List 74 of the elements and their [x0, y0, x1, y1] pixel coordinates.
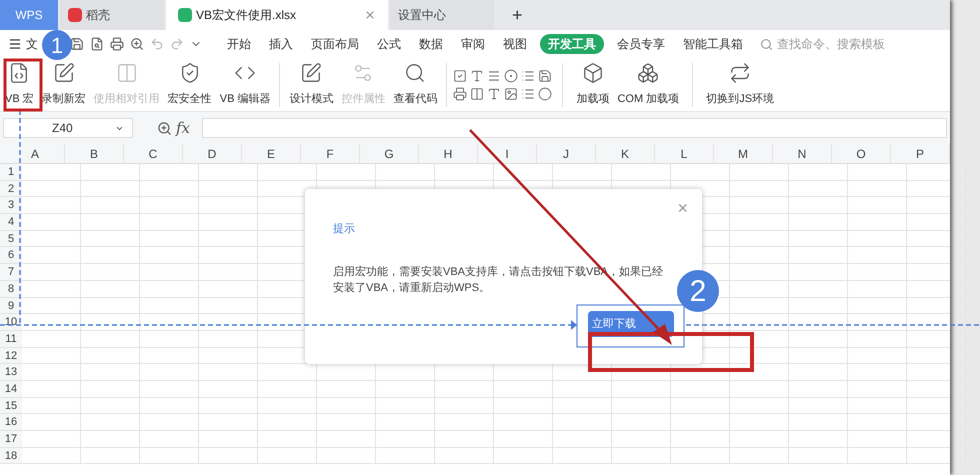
row-header[interactable]: 6	[0, 247, 22, 264]
print-icon[interactable]	[110, 37, 124, 51]
menu-tab[interactable]: 公式	[368, 35, 410, 53]
column-header[interactable]: I	[478, 144, 537, 163]
new-tab-button[interactable]: +	[496, 0, 539, 30]
sheet-logo-icon	[178, 8, 192, 22]
column-header[interactable]: H	[419, 144, 478, 163]
menu-tab[interactable]: 页面布局	[302, 35, 368, 53]
ribbon-button[interactable]: 录制新宏	[38, 62, 89, 108]
record-icon	[52, 62, 75, 84]
close-icon[interactable]	[364, 9, 376, 21]
file-menu[interactable]: 文	[26, 35, 38, 53]
ribbon-button[interactable]: 宏安全性	[164, 62, 215, 108]
menu-icon[interactable]	[8, 37, 22, 51]
row-header[interactable]: 12	[0, 348, 22, 364]
row-header[interactable]: 8	[0, 280, 22, 296]
row-header[interactable]: 11	[0, 330, 22, 347]
column-header[interactable]: L	[655, 144, 714, 163]
row-header[interactable]: 2	[0, 180, 22, 196]
row-header[interactable]: 10	[0, 314, 22, 330]
row-header[interactable]: 7	[0, 264, 22, 280]
name-box[interactable]: Z40	[3, 118, 133, 138]
column-header[interactable]: A	[6, 144, 65, 163]
column-header[interactable]: B	[65, 144, 124, 163]
row-header[interactable]: 16	[0, 414, 22, 430]
row-header[interactable]: 17	[0, 431, 22, 447]
menu-tab[interactable]: 审阅	[452, 35, 494, 53]
row-header[interactable]: 1	[0, 164, 22, 180]
column-header[interactable]: C	[124, 144, 183, 163]
search-icon	[760, 38, 773, 50]
cube-icon	[582, 62, 604, 84]
menu-tab[interactable]: 开始	[218, 35, 260, 53]
ribbon-button[interactable]: VB 编辑器	[216, 62, 274, 108]
column-header[interactable]: M	[714, 144, 773, 163]
preview-icon[interactable]	[130, 37, 144, 51]
formula-field[interactable]	[202, 118, 947, 138]
column-header[interactable]: D	[183, 144, 242, 163]
column-header[interactable]: J	[537, 144, 596, 163]
column-header[interactable]: E	[242, 144, 301, 163]
menu-tab[interactable]: 视图	[494, 35, 536, 53]
row-header[interactable]: 9	[0, 298, 22, 314]
row-header[interactable]: 13	[0, 364, 22, 380]
document-tab[interactable]: 设置中心	[390, 0, 494, 30]
document-tab[interactable]: VB宏文件使用.xlsx	[166, 0, 388, 30]
ribbon-button[interactable]: COM 加载项	[614, 62, 682, 108]
save-icon[interactable]	[70, 37, 84, 51]
dialog-title: 提示	[333, 222, 355, 237]
row-header[interactable]: 15	[0, 398, 22, 414]
switch-icon	[729, 62, 752, 84]
row-header[interactable]: 5	[0, 230, 22, 246]
zoom-icon[interactable]	[157, 120, 172, 136]
column-header[interactable]: N	[773, 144, 832, 163]
function-label[interactable]: fx	[176, 116, 190, 140]
row-header[interactable]: 4	[0, 214, 22, 230]
cube-gear-icon	[637, 62, 660, 84]
ribbon-button[interactable]: 切换到JS环境	[703, 62, 778, 108]
row-header[interactable]: 3	[0, 197, 22, 214]
ribbon-button[interactable]: 加载项	[573, 62, 612, 108]
menu-tab[interactable]: 插入	[260, 35, 302, 53]
ribbon-button[interactable]: 查看代码	[390, 62, 440, 108]
row-header[interactable]: 18	[0, 448, 22, 464]
menu-tab[interactable]: 会员专享	[608, 35, 674, 53]
column-header[interactable]: P	[891, 144, 950, 163]
document-tab[interactable]: 稻壳	[60, 0, 164, 30]
ribbon-button[interactable]: 设计模式	[286, 62, 336, 108]
menu-tab[interactable]: 数据	[410, 35, 452, 53]
row-header[interactable]: 14	[0, 380, 22, 397]
column-header[interactable]: G	[360, 144, 419, 163]
column-header[interactable]: F	[301, 144, 360, 163]
design-icon	[300, 62, 322, 84]
column-header[interactable]: K	[596, 144, 655, 163]
column-header[interactable]: O	[832, 144, 891, 163]
docer-logo-icon	[68, 8, 82, 22]
menu-tab[interactable]: 智能工具箱	[674, 35, 752, 53]
